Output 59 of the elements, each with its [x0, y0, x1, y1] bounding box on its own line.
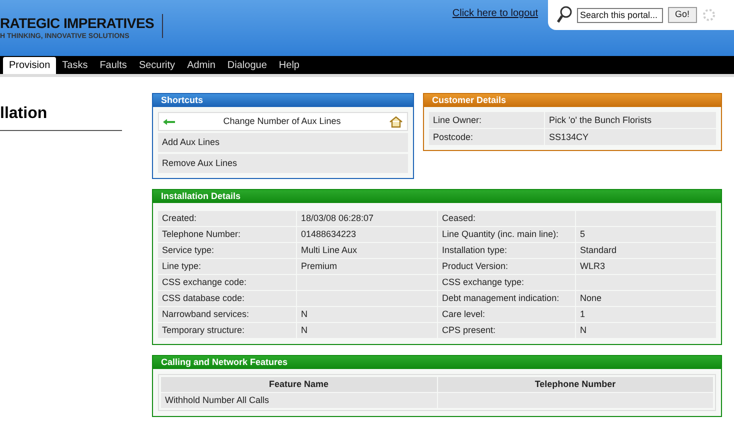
- field-value: Multi Line Aux: [297, 243, 437, 258]
- shortcut-item[interactable]: Change Number of Aux Lines: [158, 112, 408, 131]
- field-label: Line type:: [158, 259, 296, 274]
- field-value: 5: [576, 227, 716, 242]
- field-label: Service type:: [158, 243, 296, 258]
- panel-header: Calling and Network Features: [153, 356, 721, 369]
- shortcut-item[interactable]: Add Aux Lines: [158, 133, 408, 152]
- field-label: Line Owner:: [429, 112, 544, 128]
- page-title: llation: [0, 102, 122, 131]
- home-icon: [389, 116, 403, 128]
- brand-name: RATEGIC IMPERATIVES: [0, 14, 152, 32]
- field-label: CSS database code:: [158, 291, 296, 306]
- column-header: Feature Name: [161, 377, 436, 392]
- table-cell: Withhold Number All Calls: [161, 393, 436, 408]
- field-label: Temporary structure:: [158, 323, 296, 338]
- spinner-icon: [702, 8, 716, 22]
- search-icon: [556, 6, 572, 24]
- field-value: N: [297, 307, 437, 322]
- field-label: Product Version:: [438, 259, 575, 274]
- field-value: Standard: [576, 243, 716, 258]
- nav-tab[interactable]: Dialogue: [221, 57, 273, 74]
- shortcut-label: Change Number of Aux Lines: [222, 114, 342, 128]
- field-value: None: [576, 291, 716, 306]
- nav-tab[interactable]: Tasks: [56, 57, 94, 74]
- nav-tab[interactable]: Faults: [94, 57, 133, 74]
- logout-link[interactable]: Click here to logout: [452, 6, 538, 21]
- field-value: N: [297, 323, 437, 338]
- field-label: Narrowband services:: [158, 307, 296, 322]
- panel-header: Shortcuts: [153, 94, 413, 107]
- field-label: Postcode:: [429, 129, 544, 145]
- panel-header: Installation Details: [153, 190, 721, 203]
- field-label: Line Quantity (inc. main line):: [438, 227, 575, 242]
- nav-tab[interactable]: Provision: [3, 57, 56, 74]
- field-value: WLR3: [576, 259, 716, 274]
- field-label: Care level:: [438, 307, 575, 322]
- field-label: Installation type:: [438, 243, 575, 258]
- column-header: Telephone Number: [438, 377, 713, 392]
- nav-tab[interactable]: Security: [132, 57, 182, 74]
- field-value: Pick 'o' the Bunch Florists: [545, 112, 716, 128]
- field-value: Premium: [297, 259, 437, 274]
- field-label: Debt management indication:: [438, 291, 575, 306]
- field-value: SS134CY: [545, 129, 716, 145]
- shortcut-item[interactable]: Remove Aux Lines: [158, 154, 408, 173]
- nav-tab[interactable]: Help: [272, 57, 306, 74]
- field-label: Telephone Number:: [158, 227, 296, 242]
- arrow-icon: [163, 118, 175, 124]
- field-label: CSS exchange code:: [158, 275, 296, 290]
- field-value: 01488634223: [297, 227, 437, 242]
- field-value: N: [576, 323, 716, 338]
- go-button[interactable]: Go!: [668, 7, 697, 23]
- field-label: Ceased:: [438, 211, 575, 226]
- field-label: CSS exchange type:: [438, 275, 575, 290]
- nav-tab[interactable]: Admin: [181, 57, 222, 74]
- field-label: CPS present:: [438, 323, 575, 338]
- field-value: 1: [576, 307, 716, 322]
- field-label: Created:: [158, 211, 296, 226]
- field-value: 18/03/08 06:28:07: [297, 211, 437, 226]
- panel-header: Customer Details: [424, 94, 721, 107]
- search-field[interactable]: Search this portal...: [577, 8, 663, 22]
